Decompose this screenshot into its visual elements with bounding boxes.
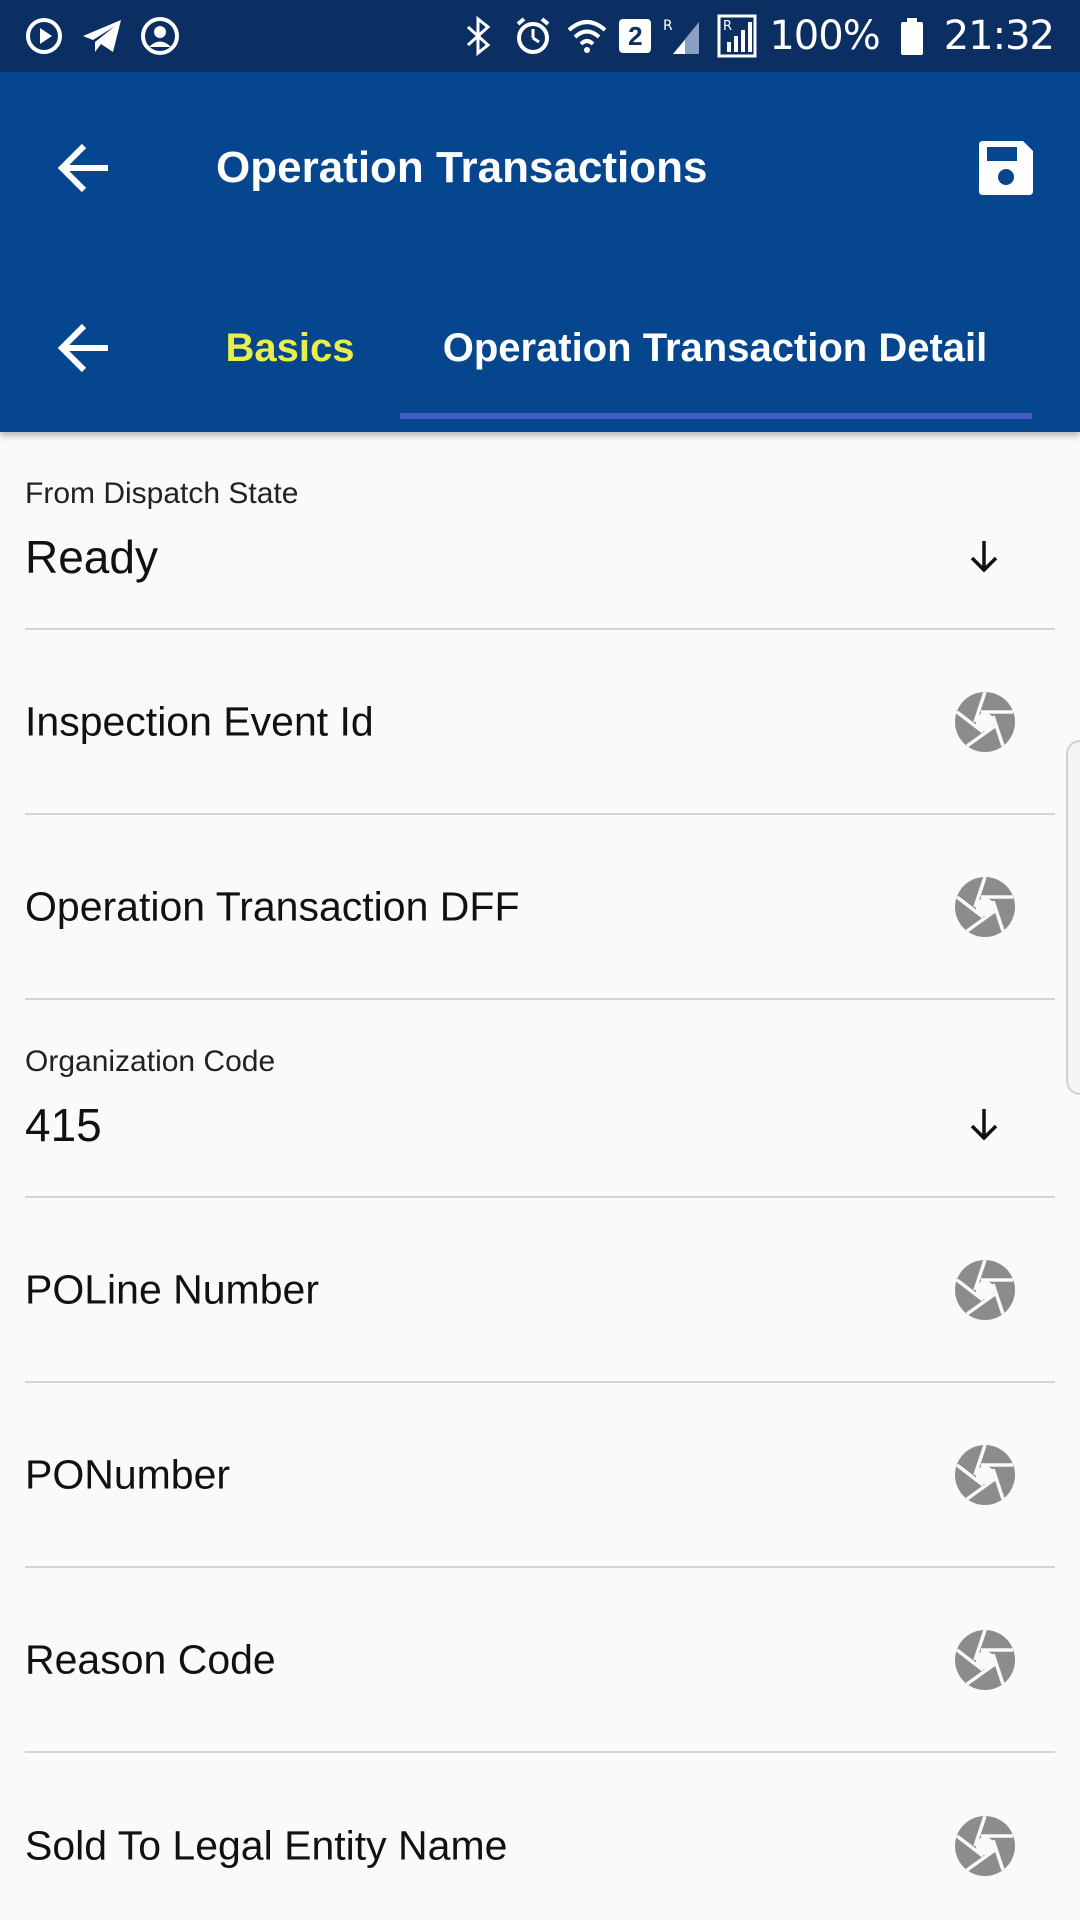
arrow-left-icon bbox=[57, 323, 108, 373]
camera-shutter-icon[interactable] bbox=[953, 1814, 1017, 1878]
tab-operation-transaction-detail[interactable]: Operation Transaction Detail bbox=[400, 264, 1030, 432]
battery-percent: 100% bbox=[769, 13, 880, 59]
svg-text:R: R bbox=[663, 18, 673, 34]
sim-badge: 2 bbox=[619, 19, 652, 53]
field-value: Ready bbox=[25, 531, 158, 583]
status-left-icons bbox=[22, 14, 182, 58]
active-tab-indicator bbox=[400, 413, 1032, 419]
save-button[interactable] bbox=[970, 132, 1042, 204]
tab-back-button[interactable] bbox=[48, 312, 120, 384]
media-play-icon bbox=[22, 14, 66, 58]
field-organization-code[interactable]: Organization Code 415 bbox=[25, 1000, 1055, 1198]
field-label: Reason Code bbox=[25, 1636, 276, 1682]
field-from-dispatch-state[interactable]: From Dispatch State Ready bbox=[25, 432, 1055, 630]
camera-shutter-icon[interactable] bbox=[953, 875, 1017, 939]
field-label: Sold To Legal Entity Name bbox=[25, 1822, 508, 1868]
svg-text:R: R bbox=[723, 19, 732, 34]
arrow-left-icon bbox=[57, 143, 108, 193]
alarm-icon bbox=[511, 14, 555, 58]
floppy-disk-icon bbox=[979, 141, 1033, 195]
field-inspection-event-id[interactable]: Inspection Event Id bbox=[25, 630, 1055, 815]
wifi-icon bbox=[565, 14, 609, 58]
camera-shutter-icon[interactable] bbox=[953, 1258, 1017, 1322]
field-poline-number[interactable]: POLine Number bbox=[25, 1198, 1055, 1383]
field-label: Operation Transaction DFF bbox=[25, 883, 520, 929]
app-bar: Operation Transactions bbox=[0, 72, 1080, 264]
field-sold-to-legal-entity-name[interactable]: Sold To Legal Entity Name bbox=[25, 1753, 1055, 1920]
field-ponumber[interactable]: PONumber bbox=[25, 1383, 1055, 1568]
camera-shutter-icon[interactable] bbox=[953, 1443, 1017, 1507]
field-label: Organization Code bbox=[25, 1045, 276, 1078]
telegram-icon bbox=[80, 14, 124, 58]
field-label: PONumber bbox=[25, 1451, 231, 1497]
back-button[interactable] bbox=[48, 132, 120, 204]
arrow-down-icon[interactable] bbox=[962, 534, 1006, 578]
field-label: POLine Number bbox=[25, 1266, 319, 1312]
field-value: 415 bbox=[25, 1099, 102, 1151]
field-list: From Dispatch State Ready Inspection Eve… bbox=[0, 432, 1080, 1920]
arrow-down-icon[interactable] bbox=[962, 1102, 1006, 1146]
signal-strength-icon: R bbox=[715, 14, 759, 58]
account-icon bbox=[138, 14, 182, 58]
clock: 21:32 bbox=[943, 13, 1055, 59]
status-right-icons: 2 R R 100% 21:32 bbox=[457, 13, 1055, 59]
tab-basics[interactable]: Basics bbox=[200, 264, 380, 432]
edge-scroll-handle[interactable] bbox=[1066, 740, 1080, 1095]
field-label: From Dispatch State bbox=[25, 477, 299, 510]
bluetooth-icon bbox=[457, 14, 501, 58]
camera-shutter-icon[interactable] bbox=[953, 690, 1017, 754]
field-reason-code[interactable]: Reason Code bbox=[25, 1568, 1055, 1753]
status-bar: 2 R R 100% 21:32 bbox=[0, 0, 1080, 72]
field-label: Inspection Event Id bbox=[25, 698, 374, 744]
page-title: Operation Transactions bbox=[216, 143, 708, 192]
tab-bar: Basics Operation Transaction Detail bbox=[0, 264, 1080, 432]
camera-shutter-icon[interactable] bbox=[953, 1628, 1017, 1692]
field-operation-transaction-dff[interactable]: Operation Transaction DFF bbox=[25, 815, 1055, 1000]
signal-roaming-icon: R bbox=[661, 14, 705, 58]
battery-icon bbox=[890, 14, 934, 58]
